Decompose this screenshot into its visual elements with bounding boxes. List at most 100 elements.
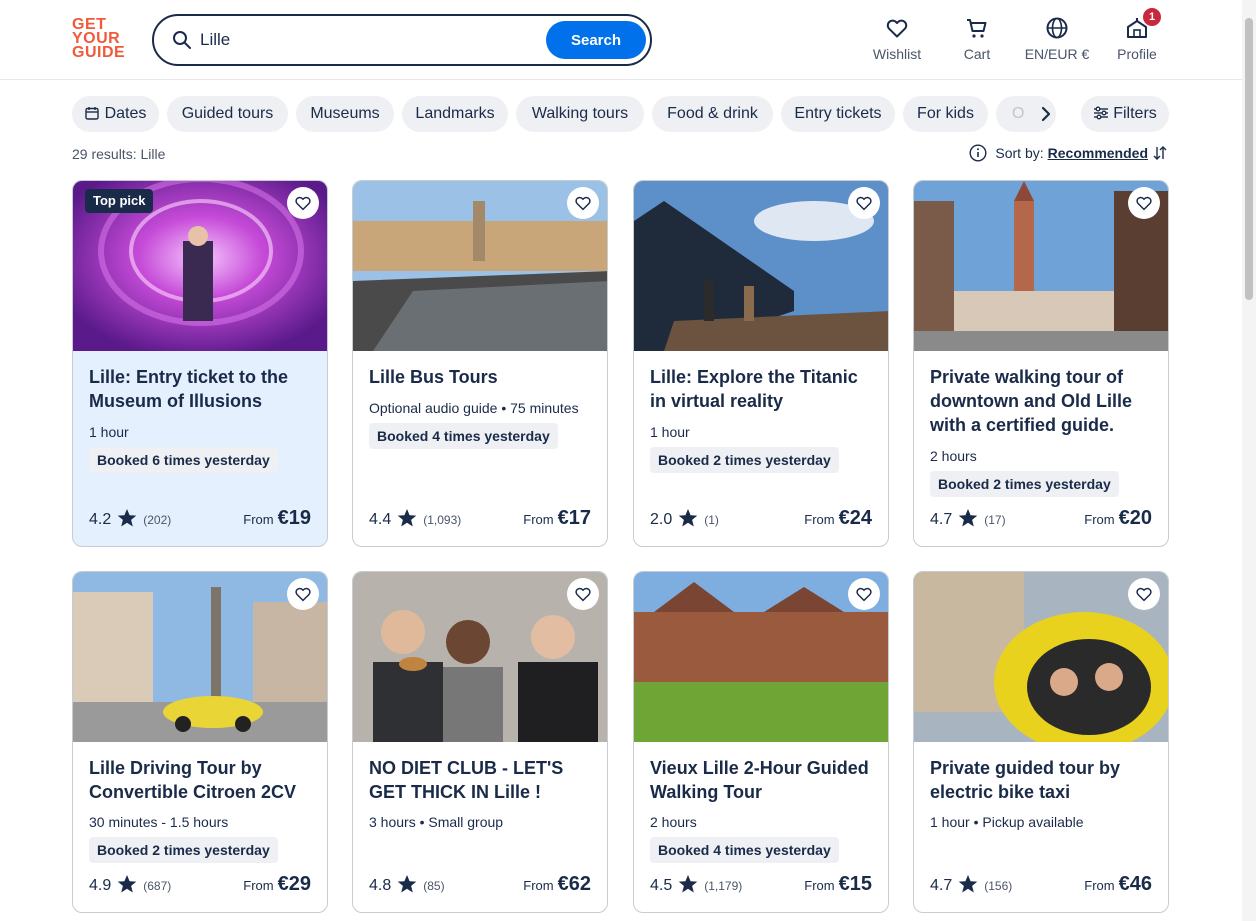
activity-card[interactable]: Lille Bus Tours Optional audio guide • 7…: [352, 180, 608, 547]
activity-card[interactable]: Private walking tour of downtown and Old…: [913, 180, 1169, 547]
activity-card[interactable]: Lille Driving Tour by Convertible Citroe…: [72, 571, 328, 913]
sort-arrows-icon: [1153, 146, 1167, 160]
review-count: (687): [143, 879, 172, 893]
price-value: €62: [557, 873, 591, 895]
review-count: (202): [143, 513, 172, 527]
booked-badge: Booked 4 times yesterday: [369, 423, 558, 449]
wishlist-heart-button[interactable]: [287, 187, 319, 219]
wishlist-heart-button[interactable]: [848, 187, 880, 219]
profile-link[interactable]: Profile 1: [1097, 8, 1177, 66]
card-title[interactable]: Private walking tour of downtown and Old…: [930, 365, 1158, 437]
card-title[interactable]: Lille: Explore the Titanic in virtual re…: [650, 365, 878, 413]
card-price: From €17: [523, 507, 591, 530]
heart-icon: [295, 196, 311, 211]
chip-walking-tours[interactable]: Walking tours: [516, 96, 644, 132]
card-meta: 2 hours: [930, 448, 977, 464]
card-title[interactable]: Lille Bus Tours: [369, 365, 597, 389]
language-label: EN/EUR €: [1024, 46, 1090, 62]
scrollbar-thumb[interactable]: [1245, 18, 1253, 300]
cart-icon: [967, 19, 987, 38]
price-from-label: From: [1084, 512, 1115, 527]
card-price: From €29: [243, 873, 311, 896]
search-input[interactable]: [200, 26, 540, 54]
price-value: €15: [838, 873, 872, 895]
cart-link[interactable]: Cart: [937, 14, 1017, 66]
wishlist-heart-button[interactable]: [1128, 187, 1160, 219]
star-icon: [958, 509, 978, 527]
language-currency-link[interactable]: EN/EUR €: [1017, 14, 1097, 66]
booked-badge: Booked 2 times yesterday: [930, 471, 1119, 497]
sort-value[interactable]: Recommended: [1048, 145, 1148, 161]
booked-badge: Booked 2 times yesterday: [89, 837, 278, 863]
activity-card[interactable]: Vieux Lille 2-Hour Guided Walking Tour 2…: [633, 571, 889, 913]
page-scrollbar[interactable]: [1242, 0, 1256, 921]
card-title[interactable]: Lille Driving Tour by Convertible Citroe…: [89, 756, 317, 804]
review-count: (17): [984, 513, 1006, 527]
wishlist-label: Wishlist: [872, 46, 922, 62]
card-meta: 30 minutes - 1.5 hours: [89, 814, 229, 830]
getyourguide-logo[interactable]: GET YOUR GUIDE: [72, 17, 130, 64]
price-from-label: From: [243, 878, 274, 893]
rating-value: 2.0: [650, 511, 673, 528]
filters-label: Filters: [1113, 105, 1157, 122]
activity-card[interactable]: Lille: Explore the Titanic in virtual re…: [633, 180, 889, 547]
heart-icon: [575, 587, 591, 602]
card-rating: 4.9 (687): [89, 874, 171, 895]
card-title[interactable]: Vieux Lille 2-Hour Guided Walking Tour: [650, 756, 878, 804]
price-value: €17: [557, 507, 591, 529]
info-icon[interactable]: [969, 144, 987, 162]
activity-card[interactable]: Private guided tour by electric bike tax…: [913, 571, 1169, 913]
card-title[interactable]: NO DIET CLUB - LET'S GET THICK IN Lille …: [369, 756, 597, 804]
chip-museums[interactable]: Museums: [296, 96, 394, 132]
chip-landmarks[interactable]: Landmarks: [402, 96, 508, 132]
card-title[interactable]: Lille: Entry ticket to the Museum of Ill…: [89, 365, 317, 413]
sort-label: Sort by:: [995, 145, 1044, 161]
chevron-right-icon[interactable]: [1030, 98, 1062, 130]
wishlist-link[interactable]: Wishlist: [857, 14, 937, 66]
price-from-label: From: [243, 512, 274, 527]
card-rating: 4.7 (156): [930, 874, 1012, 895]
chip-entry-tickets[interactable]: Entry tickets: [781, 96, 895, 132]
chip-food-drink[interactable]: Food & drink: [652, 96, 773, 132]
sort-control[interactable]: Sort by: Recommended: [969, 144, 1168, 162]
heart-icon: [856, 196, 872, 211]
search-icon: [173, 31, 191, 49]
chip-guided-tours[interactable]: Guided tours: [167, 96, 288, 132]
star-icon: [117, 509, 137, 527]
price-value: €19: [277, 507, 311, 529]
profile-label: Profile: [1117, 46, 1157, 62]
star-icon: [117, 875, 137, 893]
chip-for-kids[interactable]: For kids: [903, 96, 988, 132]
card-rating: 4.2 (202): [89, 508, 171, 529]
results-count: 29 results: Lille: [72, 146, 166, 162]
review-count: (1): [704, 513, 719, 527]
wishlist-heart-button[interactable]: [1128, 578, 1160, 610]
search-bar: Search: [152, 14, 652, 66]
wishlist-heart-button[interactable]: [287, 578, 319, 610]
filters-button[interactable]: Filters: [1081, 96, 1169, 132]
star-icon: [678, 509, 698, 527]
price-from-label: From: [523, 878, 554, 893]
heart-icon: [886, 19, 908, 38]
chip-dates[interactable]: Dates: [72, 96, 159, 132]
wishlist-heart-button[interactable]: [567, 187, 599, 219]
card-price: From €24: [804, 507, 872, 530]
price-from-label: From: [804, 512, 835, 527]
wishlist-heart-button[interactable]: [567, 578, 599, 610]
card-meta: 1 hour: [650, 424, 690, 440]
card-meta: 1 hour: [89, 424, 129, 440]
price-from-label: From: [1084, 878, 1115, 893]
rating-value: 4.7: [930, 877, 953, 894]
card-meta: Optional audio guide • 75 minutes: [369, 400, 579, 416]
search-button[interactable]: Search: [546, 21, 646, 59]
card-rating: 4.4 (1,093): [369, 508, 461, 529]
card-title[interactable]: Private guided tour by electric bike tax…: [930, 756, 1158, 804]
activity-card[interactable]: NO DIET CLUB - LET'S GET THICK IN Lille …: [352, 571, 608, 913]
booked-badge: Booked 2 times yesterday: [650, 447, 839, 473]
price-value: €29: [277, 873, 311, 895]
heart-icon: [1136, 196, 1152, 211]
card-rating: 2.0 (1): [650, 508, 719, 529]
activity-card[interactable]: Top pick Lille: Entry ticket to the Muse…: [72, 180, 328, 547]
price-value: €20: [1118, 507, 1152, 529]
wishlist-heart-button[interactable]: [848, 578, 880, 610]
